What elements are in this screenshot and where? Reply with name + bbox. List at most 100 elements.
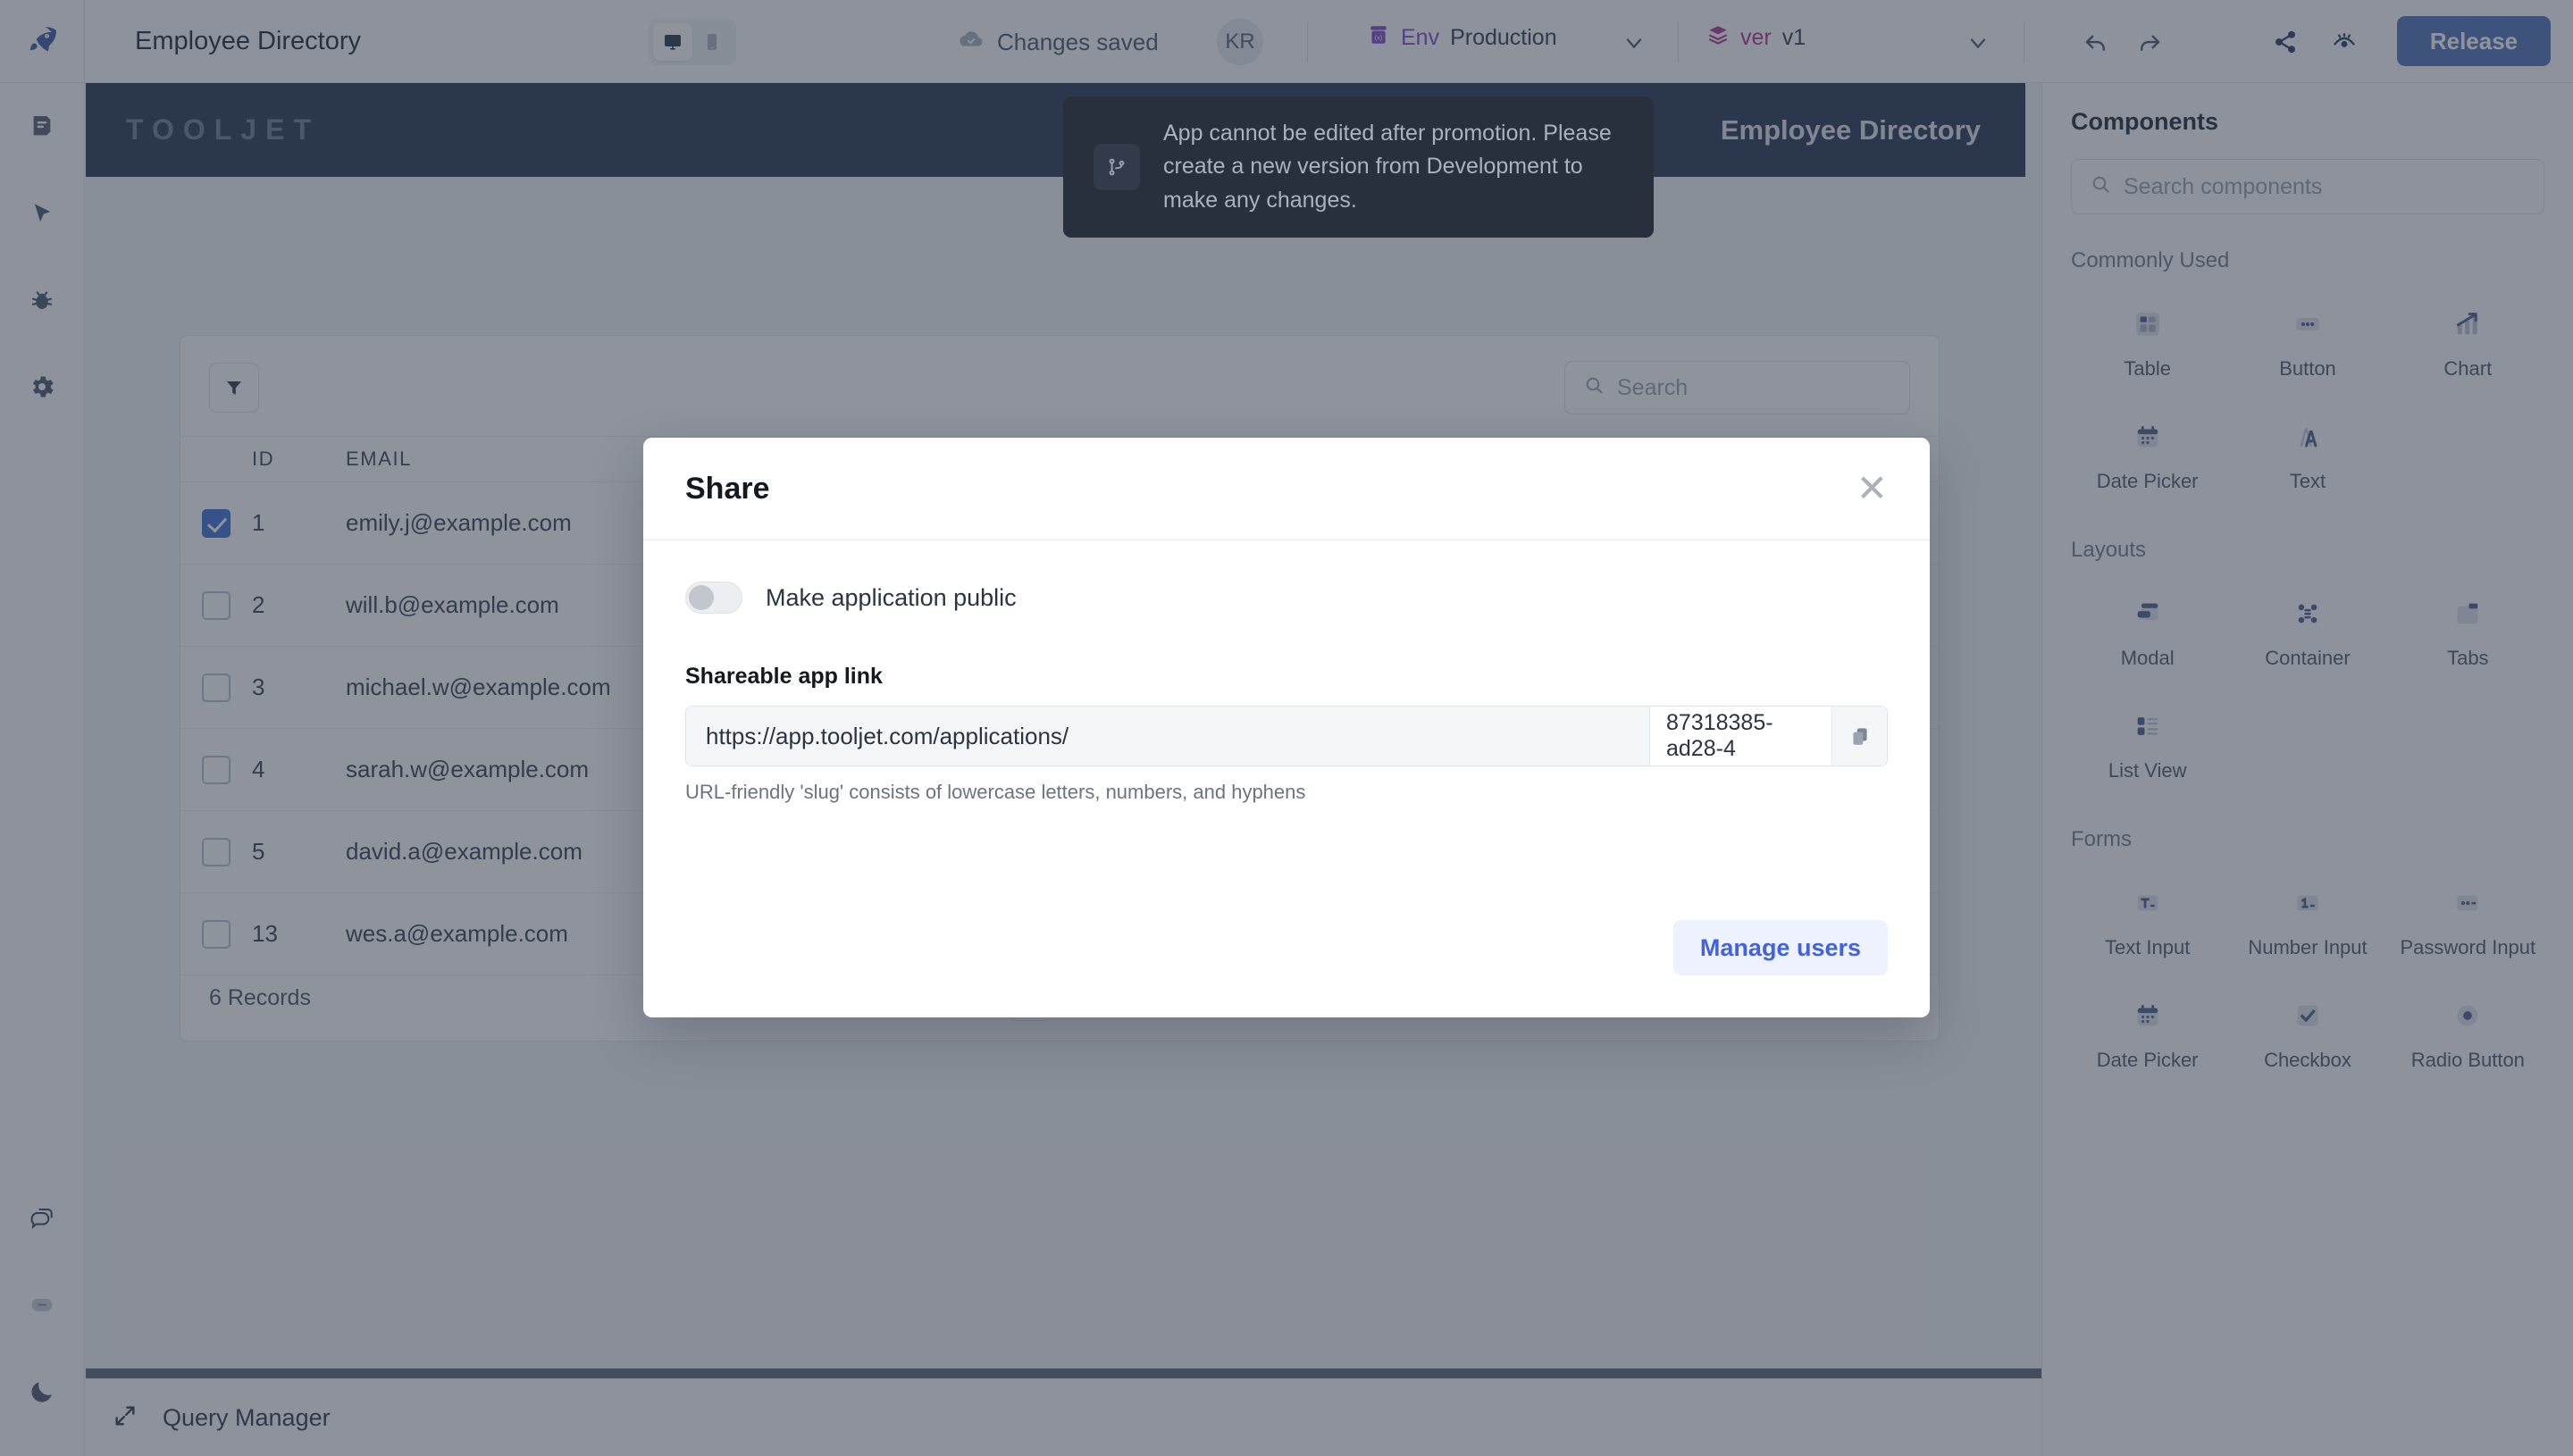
release-button[interactable]: Release (2397, 16, 2551, 66)
top-bar: Employee Directory Changes saved KR (x) … (0, 0, 2573, 83)
divider (1678, 21, 1679, 63)
component-item-date-picker[interactable]: Date Picker (2071, 981, 2224, 1086)
component-item-button[interactable]: Button (2231, 289, 2384, 395)
component-item-text[interactable]: Text (2231, 402, 2384, 507)
component-item-label: Tabs (2447, 647, 2489, 669)
cell-id: 4 (252, 756, 265, 782)
component-item-radio-button[interactable]: Radio Button (2392, 981, 2544, 1086)
query-manager-label: Query Manager (163, 1403, 331, 1431)
tooljet-wordmark: TOOLJET (126, 113, 320, 146)
avatar[interactable]: KR (1217, 19, 1263, 65)
sidebar-item-settings[interactable] (0, 343, 85, 430)
env-selector[interactable]: (x) Env Production (1367, 23, 1557, 53)
component-item-label: Text (2289, 470, 2326, 492)
row-checkbox[interactable] (180, 673, 252, 702)
git-branch-icon (1094, 144, 1140, 190)
row-checkbox[interactable] (180, 755, 252, 784)
row-checkbox[interactable] (180, 508, 252, 538)
component-item-list-view[interactable]: List View (2071, 691, 2224, 797)
undo-icon[interactable] (2073, 19, 2119, 65)
checkbox-icon[interactable] (202, 590, 230, 620)
checkbox-icon[interactable] (202, 837, 230, 866)
version-value: v1 (1781, 25, 1806, 50)
copy-icon[interactable] (1831, 707, 1887, 766)
component-item-number-input[interactable]: Number Input (2231, 868, 2384, 974)
table-search-placeholder: Search (1617, 374, 1689, 400)
component-item-tabs[interactable]: Tabs (2392, 579, 2544, 684)
cell-email: david.a@example.com (346, 837, 582, 865)
row-checkbox[interactable] (180, 837, 252, 866)
component-item-password-input[interactable]: Password Input (2392, 868, 2544, 974)
chevron-down-icon[interactable] (1622, 30, 1647, 60)
text-icon (2292, 416, 2323, 457)
link-prefix: https://app.tooljet.com/applications/ (686, 707, 1649, 766)
number-input-icon (2292, 883, 2323, 924)
component-item-label: Button (2279, 357, 2336, 380)
component-item-label: Checkbox (2264, 1049, 2351, 1071)
cell-id: 2 (252, 591, 265, 618)
funnel-filter-icon[interactable] (209, 363, 259, 413)
column-header-id[interactable]: ID (252, 448, 346, 471)
svg-text:(x): (x) (1375, 34, 1383, 42)
tabs-icon (2452, 593, 2483, 634)
checkbox-icon[interactable] (202, 755, 230, 784)
component-item-text-input[interactable]: Text Input (2071, 868, 2224, 974)
redo-icon[interactable] (2126, 19, 2173, 65)
component-item-label: Date Picker (2096, 1049, 2199, 1071)
comments-icon[interactable] (0, 1175, 85, 1261)
mobile-icon[interactable] (692, 23, 732, 61)
checkbox-icon[interactable] (202, 673, 230, 702)
device-toggle[interactable] (649, 19, 736, 65)
sidebar-item-debugger[interactable] (0, 256, 85, 343)
sidebar-item-pages[interactable] (0, 83, 85, 170)
link-slug-input[interactable]: 87318385-ad28-4 (1649, 707, 1831, 766)
share-modal-title: Share (685, 471, 770, 506)
component-item-checkbox[interactable]: Checkbox (2231, 981, 2384, 1086)
text-input-icon (2133, 883, 2163, 924)
cell-id: 5 (252, 838, 265, 865)
desktop-icon[interactable] (653, 23, 692, 61)
component-item-label: Container (2265, 647, 2351, 669)
query-manager-resize-handle[interactable] (86, 1368, 2041, 1378)
moon-darkmode-icon[interactable] (0, 1348, 85, 1435)
sidebar-item-inspector[interactable] (0, 170, 85, 256)
component-sections: Commonly Used Table Button Chart Date Picker… (2071, 248, 2544, 1086)
components-panel: Components Search components Commonly Us… (2041, 83, 2573, 1456)
component-item-modal[interactable]: Modal (2071, 579, 2224, 684)
version-selector[interactable]: ver v1 (1706, 23, 1806, 53)
cell-email: emily.j@example.com (346, 508, 572, 536)
component-grid: Text Input Number Input Password Input Date… (2071, 868, 2544, 1086)
checkbox-icon[interactable] (202, 508, 230, 538)
table-search-input[interactable]: Search (1564, 361, 1910, 414)
close-icon[interactable]: ✕ (1856, 470, 1888, 507)
eye-icon[interactable] (2321, 19, 2368, 65)
make-public-row[interactable]: Make application public (685, 582, 1888, 614)
app-title[interactable]: Employee Directory (114, 15, 381, 68)
rocket-icon[interactable] (0, 0, 85, 83)
column-header-email[interactable]: EMAIL (346, 448, 641, 471)
cell-email: wes.a@example.com (346, 919, 568, 947)
component-item-date-picker[interactable]: Date Picker (2071, 402, 2224, 507)
divider (1307, 21, 1308, 63)
make-public-label: Make application public (766, 583, 1017, 611)
components-search-input[interactable]: Search components (2071, 159, 2544, 214)
manage-users-button[interactable]: Manage users (1672, 920, 1888, 975)
variable-box-icon: (x) (1367, 23, 1390, 53)
radio-button-icon (2452, 995, 2483, 1036)
component-item-label: Chart (2443, 357, 2493, 380)
row-checkbox[interactable] (180, 919, 252, 949)
component-item-chart[interactable]: Chart (2392, 289, 2544, 395)
component-item-table[interactable]: Table (2071, 289, 2224, 395)
component-item-container[interactable]: Container (2231, 579, 2384, 684)
checkbox-icon[interactable] (202, 919, 230, 949)
pill-toggle-icon[interactable] (0, 1261, 85, 1348)
expand-diagonal-icon[interactable] (113, 1403, 138, 1433)
row-checkbox[interactable] (180, 590, 252, 620)
cell-email: michael.w@example.com (346, 673, 611, 700)
chevron-down-icon[interactable] (1965, 30, 1991, 60)
share-modal-body: Make application public Shareable app li… (643, 540, 1930, 804)
share-icon[interactable] (2262, 19, 2309, 65)
share-modal-footer: Manage users (1672, 920, 1888, 975)
make-public-toggle[interactable] (685, 582, 742, 614)
query-manager-bar[interactable]: Query Manager (86, 1378, 2041, 1456)
